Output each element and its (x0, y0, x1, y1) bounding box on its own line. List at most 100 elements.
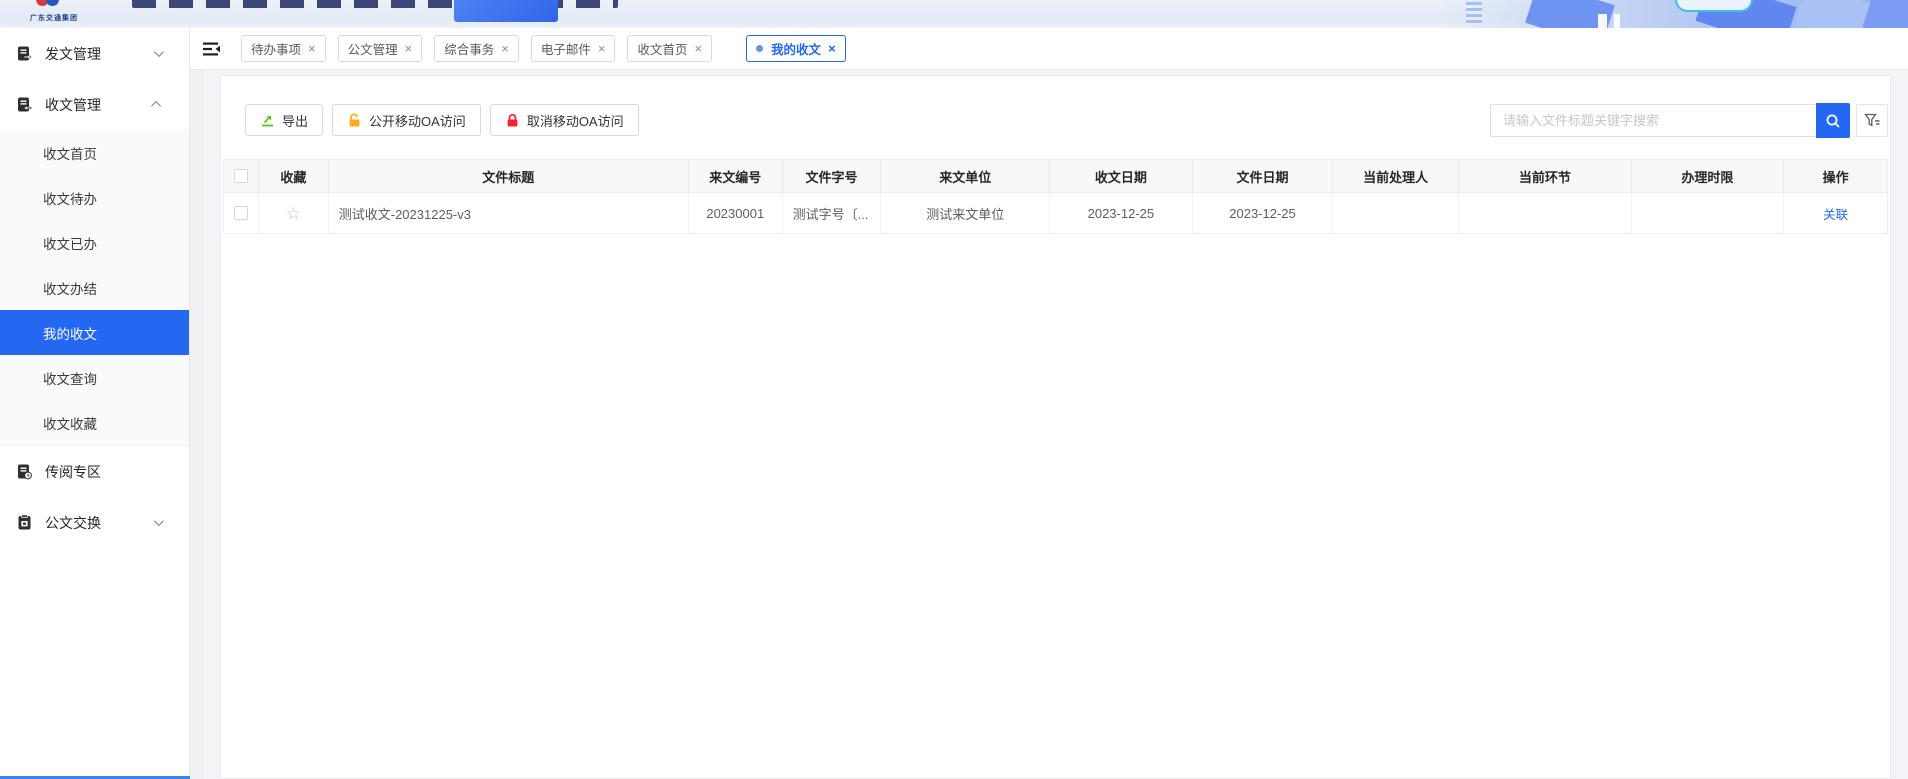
column-header-doc-no: 文件字号 (783, 160, 882, 192)
cell-handler (1333, 193, 1460, 233)
content-card: 导出 公开移动OA访问 取消移动OA访问 请输入文件标题关键字搜索 收藏 文件标… (220, 75, 1891, 779)
header-nav-highlight (454, 0, 558, 22)
sidebar-item-incoming-closed[interactable]: 收文办结 (0, 265, 189, 310)
sidebar-item-label: 收文管理 (45, 96, 101, 113)
advanced-filter-button[interactable] (1856, 104, 1888, 137)
cell-unit: 测试来文单位 (881, 193, 1051, 233)
doc-circulation-icon (18, 464, 32, 480)
cell-doc-date: 2023-12-25 (1193, 193, 1334, 233)
cell-step (1459, 193, 1632, 233)
unlock-icon (349, 113, 360, 126)
header-artwork-shape (1862, 0, 1908, 28)
search-input[interactable] (1490, 104, 1816, 137)
close-icon[interactable]: × (598, 42, 606, 55)
tab-bar: 待办事项 × 公文管理 × 综合事务 × 电子邮件 × 收文首页 × 我的收文 (190, 28, 1908, 70)
chevron-down-icon (153, 516, 164, 527)
close-icon[interactable]: × (405, 42, 413, 55)
active-tab-dot (756, 45, 764, 52)
app-root: 广东交通集团 发文管理 收文管理 收文首页 收文待办 收文已办 收文办结 我的收… (0, 0, 1908, 779)
column-header-recv-date: 收文日期 (1050, 160, 1193, 192)
favorite-star-icon[interactable]: ☆ (286, 205, 301, 222)
open-mobile-oa-label: 公开移动OA访问 (369, 113, 466, 129)
company-logo-icon (36, 0, 66, 9)
lock-icon (507, 113, 518, 126)
column-header-handler: 当前处理人 (1333, 160, 1460, 192)
logo-caption: 广东交通集团 (30, 15, 78, 22)
row-checkbox[interactable] (233, 206, 248, 220)
sidebar-item-incoming-search[interactable]: 收文查询 (0, 355, 189, 400)
header-artwork-bar (1614, 14, 1620, 28)
cell-recv-date: 2023-12-25 (1050, 193, 1193, 233)
column-header-unit: 来文单位 (881, 160, 1051, 192)
tab-my-incoming[interactable]: 我的收文 × (746, 35, 846, 62)
open-mobile-oa-button[interactable]: 公开移动OA访问 (332, 104, 481, 136)
tab-label: 收文首页 (637, 43, 688, 57)
close-icon[interactable]: × (694, 42, 702, 55)
sidebar-item-my-incoming[interactable]: 我的收文 (0, 310, 189, 355)
column-header-title: 文件标题 (329, 160, 689, 192)
search-area (1490, 103, 1888, 138)
sidebar-item-circulation-zone[interactable]: 传阅专区 (0, 446, 189, 497)
tab-label: 综合事务 (444, 43, 495, 57)
relation-link[interactable]: 关联 (1823, 204, 1848, 223)
doc-outgoing-icon (18, 46, 32, 61)
documents-table: 收藏 文件标题 来文编号 文件字号 来文单位 收文日期 文件日期 当前处理人 当… (223, 159, 1888, 234)
table-header-row: 收藏 文件标题 来文编号 文件字号 来文单位 收文日期 文件日期 当前处理人 当… (223, 159, 1888, 193)
sidebar-gutter (190, 70, 203, 779)
search-icon (1826, 114, 1840, 128)
sidebar-item-incoming-done[interactable]: 收文已办 (0, 220, 189, 265)
doc-incoming-icon (18, 97, 32, 112)
table-row: ☆ 测试收文-20231225-v3 20230001 测试字号〔... 测试来… (223, 193, 1888, 234)
tab-label: 电子邮件 (540, 43, 591, 57)
chevron-up-icon (151, 100, 162, 111)
cancel-mobile-oa-label: 取消移动OA访问 (526, 113, 624, 129)
sidebar-item-label: 发文管理 (45, 45, 101, 62)
tab-pending-matters[interactable]: 待办事项 × (241, 35, 326, 62)
tab-label: 公文管理 (347, 43, 398, 57)
column-header-doc-date: 文件日期 (1193, 160, 1334, 192)
tab-doc-mgmt[interactable]: 公文管理 × (337, 35, 423, 62)
filter-icon (1864, 113, 1880, 127)
tab-general-affairs[interactable]: 综合事务 × (434, 35, 519, 62)
sidebar-item-outgoing-mgmt[interactable]: 发文管理 (0, 28, 189, 79)
tab-label: 我的收文 (771, 43, 822, 57)
header-pill-button[interactable] (1675, 0, 1753, 12)
column-header-favorite: 收藏 (259, 160, 329, 192)
header-artwork-bar (1598, 14, 1607, 28)
cell-deadline (1632, 193, 1785, 233)
sidebar-item-label: 公文交换 (45, 514, 101, 531)
sidebar-item-incoming-mgmt[interactable]: 收文管理 (0, 79, 189, 130)
search-button[interactable] (1816, 103, 1850, 138)
export-icon (262, 115, 273, 126)
sidebar-item-doc-exchange[interactable]: 公文交换 (0, 497, 189, 548)
tab-email[interactable]: 电子邮件 × (530, 35, 616, 62)
open-tabs: 待办事项 × 公文管理 × 综合事务 × 电子邮件 × 收文首页 × 我的收文 (241, 35, 846, 62)
select-all-checkbox[interactable] (233, 169, 248, 183)
chevron-down-icon (153, 47, 164, 58)
header-artwork-stripes (1466, 2, 1482, 24)
toolbar: 导出 公开移动OA访问 取消移动OA访问 (245, 104, 648, 136)
menu-fold-icon[interactable] (202, 41, 221, 57)
tab-incoming-home[interactable]: 收文首页 × (627, 35, 713, 62)
sidebar: 发文管理 收文管理 收文首页 收文待办 收文已办 收文办结 我的收文 收文查询 … (0, 28, 190, 779)
cell-title[interactable]: 测试收文-20231225-v3 (329, 193, 689, 233)
cancel-mobile-oa-button[interactable]: 取消移动OA访问 (489, 104, 639, 136)
export-label: 导出 (282, 113, 309, 129)
close-icon[interactable]: × (501, 42, 509, 55)
close-icon[interactable]: × (828, 42, 836, 55)
doc-exchange-icon (18, 514, 31, 530)
cell-number: 20230001 (689, 193, 783, 233)
export-button[interactable]: 导出 (245, 104, 324, 136)
column-header-deadline: 办理时限 (1632, 160, 1785, 192)
column-header-number: 来文编号 (689, 160, 783, 192)
sidebar-submenu: 收文首页 收文待办 收文已办 收文办结 我的收文 收文查询 收文收藏 (0, 130, 189, 446)
column-header-step: 当前环节 (1459, 160, 1632, 192)
sidebar-item-incoming-home[interactable]: 收文首页 (0, 130, 189, 175)
top-header: 广东交通集团 (0, 0, 1908, 28)
header-artwork-shape (1794, 0, 1872, 28)
sidebar-item-label: 传阅专区 (45, 463, 101, 480)
column-header-action: 操作 (1822, 169, 1849, 185)
sidebar-item-incoming-favorites[interactable]: 收文收藏 (0, 400, 189, 445)
sidebar-item-incoming-todo[interactable]: 收文待办 (0, 175, 189, 220)
close-icon[interactable]: × (308, 42, 316, 55)
